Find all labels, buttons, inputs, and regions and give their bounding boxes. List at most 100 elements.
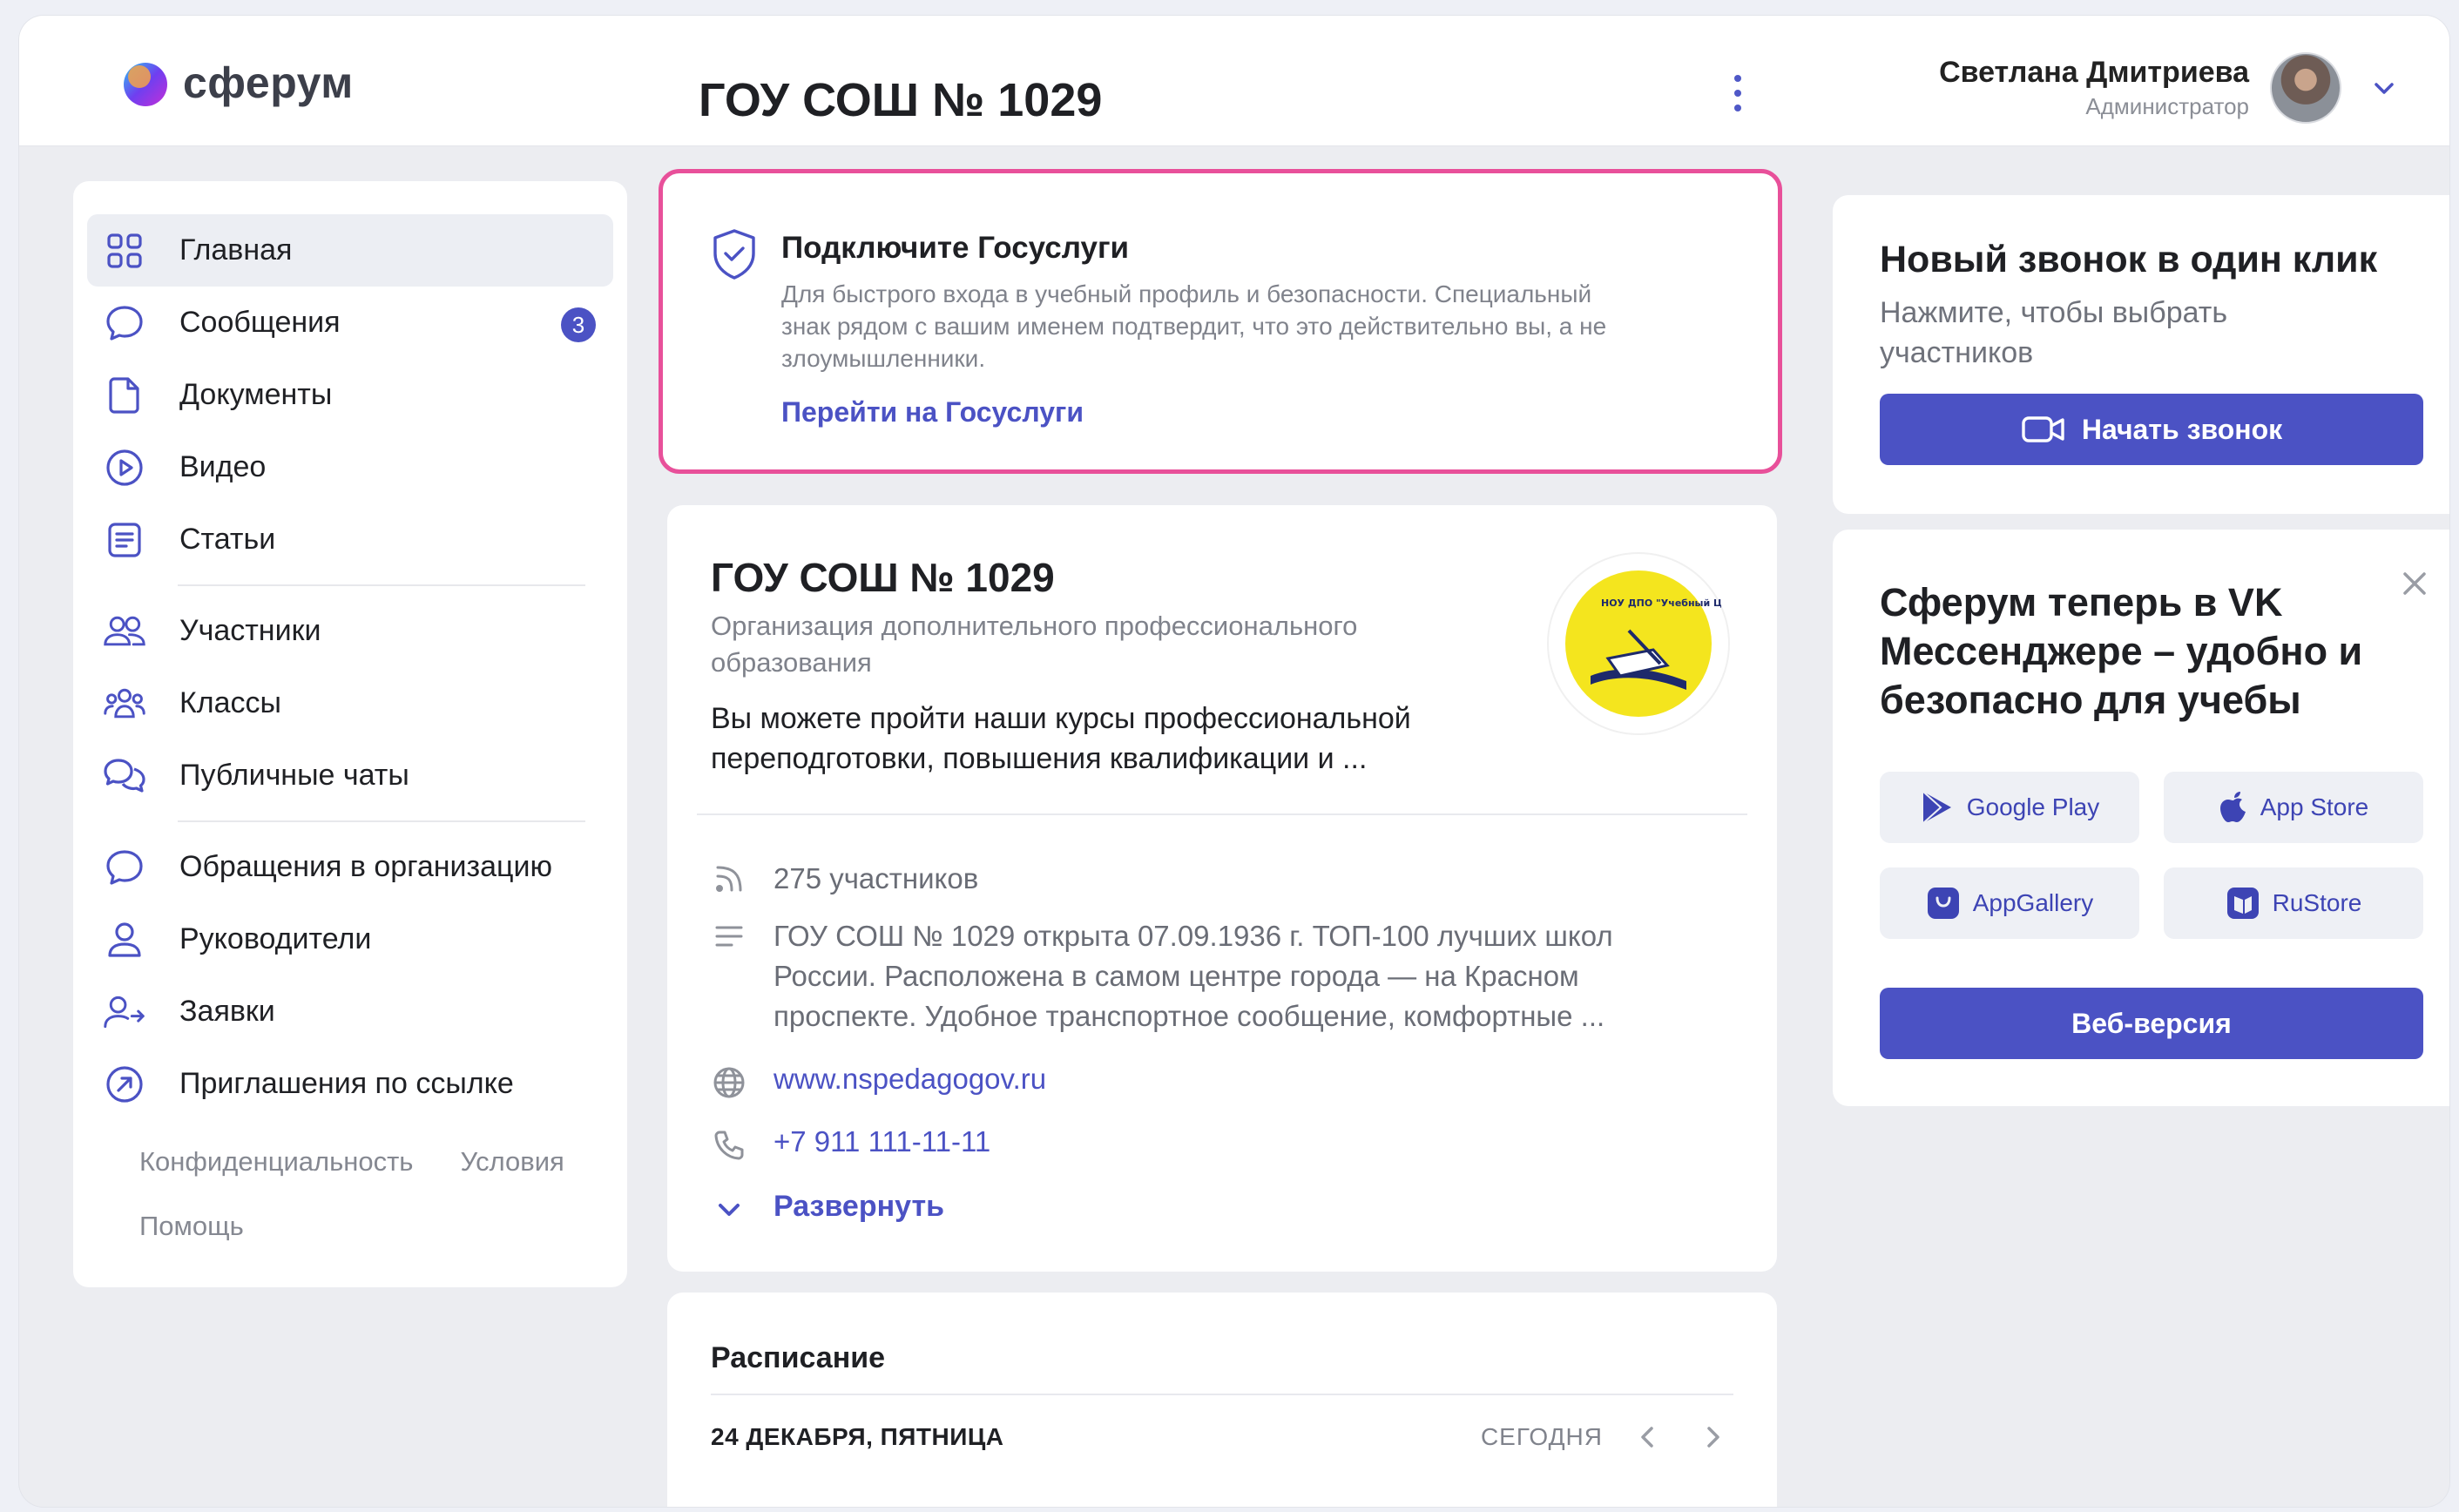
rustore-button[interactable]: RuStore (2164, 867, 2423, 939)
sidebar-item-public-chats[interactable]: Публичные чаты (87, 739, 613, 812)
sidebar-item-messages[interactable]: Сообщения 3 (87, 287, 613, 359)
top-header: сферум ГОУ СОШ № 1029 Светлана Дмитриева… (19, 16, 2449, 146)
vk-promo-card: Сферум теперь в VK Мессенджере – удобно … (1833, 530, 2449, 1106)
appgallery-icon (1927, 888, 1959, 919)
rss-icon (711, 861, 747, 897)
web-version-button[interactable]: Веб-версия (1880, 988, 2423, 1059)
sidebar-item-invite-links[interactable]: Приглашения по ссылке (87, 1048, 613, 1120)
call-title: Новый звонок в один клик (1880, 239, 2378, 280)
chevron-down-icon[interactable] (2371, 75, 2397, 101)
group-icon (103, 682, 146, 726)
phone-row: +7 911 111-11-11 (711, 1125, 990, 1164)
schedule-divider (711, 1394, 1733, 1395)
logo-text: сферум (183, 58, 354, 107)
sidebar-divider (178, 820, 585, 822)
members-count: 275 участников (774, 862, 979, 894)
sidebar-item-label: Классы (179, 686, 281, 719)
start-call-button[interactable]: Начать звонок (1880, 394, 2423, 465)
organization-type: Организация дополнительного профессионал… (711, 611, 1358, 678)
user-role: Администратор (2085, 93, 2249, 119)
help-link[interactable]: Помощь (139, 1211, 244, 1242)
page-title: ГОУ СОШ № 1029 (699, 74, 1103, 126)
rustore-icon (2226, 888, 2259, 919)
schedule-title: Расписание (711, 1341, 886, 1374)
sidebar-item-home[interactable]: Главная (87, 214, 613, 287)
privacy-link[interactable]: Конфиденциальность (139, 1146, 413, 1178)
website-row: www.nspedagogov.ru (711, 1063, 1046, 1101)
sferum-logo-icon (120, 57, 171, 108)
chat-bubble-icon (103, 301, 146, 345)
chevron-left-icon[interactable] (1632, 1421, 1664, 1453)
google-play-button[interactable]: Google Play (1880, 772, 2139, 843)
phone-link[interactable]: +7 911 111-11-11 (774, 1125, 990, 1158)
organization-divider (697, 813, 1747, 815)
user-icon (103, 918, 146, 962)
organization-about: ГОУ СОШ № 1029 открыта 07.09.1936 г. ТОП… (774, 920, 1613, 1032)
sidebar-item-articles[interactable]: Статьи (87, 503, 613, 576)
sidebar-item-label: Обращения в организацию (179, 850, 552, 883)
organization-logo-text: НОУ ДПО "Учебный Центр "Педагогические З… (1601, 597, 1721, 609)
sferum-logo[interactable]: сферум (120, 57, 354, 108)
vk-promo-title: Сферум теперь в VK Мессенджере – удобно … (1880, 580, 2363, 722)
gosuslugi-text: Для быстрого входа в учебный профиль и б… (781, 280, 1607, 372)
appgallery-button[interactable]: AppGallery (1880, 867, 2139, 939)
sidebar-item-label: Участники (179, 614, 321, 647)
call-card: Новый звонок в один клик Нажмите, чтобы … (1833, 195, 2449, 514)
call-subtitle: Нажмите, чтобы выбрать участников (1880, 296, 2228, 369)
sidebar-item-label: Приглашения по ссылке (179, 1067, 514, 1100)
sidebar-item-label: Статьи (179, 523, 276, 556)
more-options-icon[interactable] (1725, 71, 1751, 115)
sidebar-item-classes[interactable]: Классы (87, 667, 613, 739)
document-icon (103, 374, 146, 417)
members-row: 275 участников (711, 859, 978, 899)
sidebar-item-label: Документы (179, 378, 333, 411)
sidebar-item-documents[interactable]: Документы (87, 359, 613, 431)
sidebar-item-label: Сообщения (179, 306, 341, 339)
google-play-icon (1922, 791, 1951, 824)
chats-icon (103, 754, 146, 798)
store-label: AppGallery (1972, 889, 2094, 916)
chat-bubble-icon (103, 846, 146, 889)
today-button[interactable]: СЕГОДНЯ (1481, 1423, 1603, 1451)
organization-logo[interactable]: НОУ ДПО "Учебный Центр "Педагогические З… (1547, 552, 1730, 735)
sidebar-item-label: Публичные чаты (179, 759, 409, 792)
user-arrow-icon (103, 990, 146, 1034)
sidebar-item-requests[interactable]: Заявки (87, 975, 613, 1048)
sidebar-item-members[interactable]: Участники (87, 595, 613, 667)
text-lines-icon (711, 918, 747, 955)
sidebar-footer: Конфиденциальность Условия Помощь (73, 1120, 627, 1242)
video-camera-icon (2022, 416, 2064, 442)
article-icon (103, 518, 146, 562)
globe-icon (711, 1064, 747, 1101)
sidebar-item-label: Главная (179, 233, 293, 267)
gosuslugi-link[interactable]: Перейти на Госуслуги (781, 396, 1084, 429)
expand-row[interactable]: Развернуть (711, 1190, 944, 1228)
store-label: App Store (2260, 793, 2369, 820)
expand-button[interactable]: Развернуть (774, 1190, 944, 1224)
sidebar-item-video[interactable]: Видео (87, 431, 613, 503)
organization-card: ГОУ СОШ № 1029 Организация дополнительно… (667, 505, 1777, 1272)
start-call-label: Начать звонок (2081, 413, 2283, 445)
app-store-button[interactable]: App Store (2164, 772, 2423, 843)
app-window: сферум ГОУ СОШ № 1029 Светлана Дмитриева… (19, 16, 2449, 1507)
store-label: Google Play (1966, 793, 2100, 820)
gosuslugi-title: Подключите Госуслуги (781, 231, 1130, 265)
website-link[interactable]: www.nspedagogov.ru (774, 1063, 1046, 1096)
avatar[interactable] (2270, 52, 2341, 124)
sidebar-item-managers[interactable]: Руководители (87, 903, 613, 975)
schedule-date: 24 ДЕКАБРЯ, ПЯТНИЦА (711, 1423, 1004, 1450)
about-row: ГОУ СОШ № 1029 открыта 07.09.1936 г. ТОП… (711, 916, 1686, 1036)
play-circle-icon (103, 446, 146, 489)
sidebar-nav: Главная Сообщения 3 Документы Видео Стат… (73, 181, 627, 1120)
grid-icon (103, 229, 146, 273)
link-arrow-icon (103, 1063, 146, 1106)
chevron-right-icon[interactable] (1697, 1421, 1728, 1453)
shield-check-icon (713, 229, 755, 280)
apple-icon (2219, 792, 2246, 822)
sidebar-item-appeals[interactable]: Обращения в организацию (87, 831, 613, 903)
phone-icon (711, 1127, 747, 1164)
organization-description: Вы можете пройти наши курсы профессионал… (711, 702, 1411, 775)
close-icon[interactable] (2397, 566, 2432, 601)
terms-link[interactable]: Условия (460, 1146, 564, 1178)
user-menu[interactable]: Светлана Дмитриева Администратор (1939, 52, 2397, 124)
